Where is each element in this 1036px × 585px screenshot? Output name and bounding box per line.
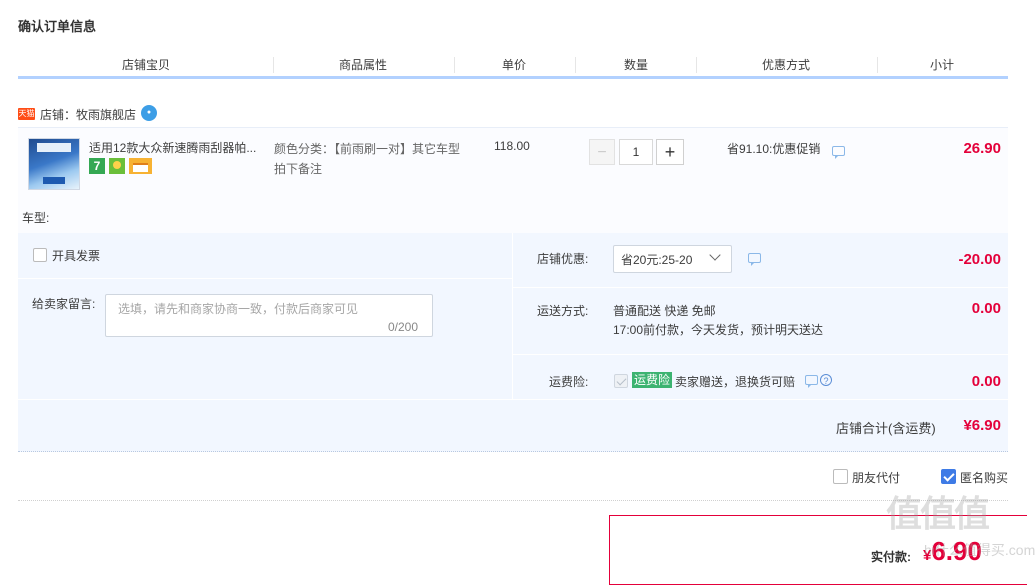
row-divider (513, 354, 1008, 355)
tmall-badge: 天猫 (18, 108, 35, 120)
credit-card-icon (129, 158, 152, 174)
insurance-badge: 运费险 (632, 372, 673, 388)
shop-total-label: 店铺合计(含运费) (836, 421, 936, 436)
car-type-label: 车型: (22, 211, 50, 225)
watermark-logo: 值值值 (886, 493, 990, 534)
shop-discount-value: -20.00 (958, 251, 1001, 268)
col-quantity: 数量 (623, 58, 648, 72)
col-attributes: 商品属性 (338, 58, 387, 72)
shipping-label: 运送方式: (537, 304, 589, 318)
insurance-checkbox (614, 374, 628, 388)
quantity-increase-button[interactable]: + (656, 139, 684, 165)
shipping-method: 普通配送 快递 免邮 (613, 304, 716, 318)
row-divider (18, 278, 512, 279)
chat-icon[interactable]: ● (141, 105, 157, 121)
anonymous-label: 匿名购买 (960, 471, 1009, 485)
shop-total-value: ¥6.90 (963, 417, 1001, 434)
watermark-url: hi什么值得买.com (924, 542, 1036, 558)
insurance-chat-icon[interactable] (805, 375, 818, 388)
item-subtotal: 26.90 (963, 140, 1001, 157)
payment-label: 实付款: (871, 550, 911, 564)
shipping-value: 0.00 (971, 300, 1001, 317)
col-shop-items: 店铺宝贝 (121, 58, 170, 72)
promo-chat-icon[interactable] (832, 146, 845, 159)
message-char-count: 0/200 (388, 320, 419, 334)
discount-chat-icon[interactable] (748, 253, 761, 266)
insurance-text: 卖家赠送，退换货可赔 (675, 375, 796, 389)
column-header: 店铺宝贝 商品属性 单价 数量 优惠方式 小计 (18, 54, 1008, 79)
col-subtotal: 小计 (929, 58, 954, 72)
quantity-decrease-button[interactable]: − (589, 139, 615, 165)
friend-pay-checkbox[interactable] (833, 469, 848, 484)
col-price: 单价 (501, 58, 526, 72)
guarantee-icon (109, 158, 125, 174)
quantity-input[interactable]: 1 (619, 139, 653, 165)
col-discount: 优惠方式 (761, 58, 810, 72)
shop-discount-selected: 省20元:25-20 (621, 253, 693, 267)
insurance-value: 0.00 (971, 373, 1001, 390)
help-icon[interactable]: ? (820, 374, 832, 386)
page-title: 确认订单信息 (18, 19, 97, 34)
product-thumbnail[interactable] (28, 138, 80, 190)
anonymous-checkbox[interactable] (941, 469, 956, 484)
shop-discount-label: 店铺优惠: (537, 252, 589, 266)
product-attributes: 颜色分类：【前雨刷一对】其它车型拍下备注 (274, 142, 461, 176)
insurance-label: 运费险: (549, 375, 589, 389)
invoice-checkbox[interactable] (33, 248, 47, 262)
promo-text: 省91.10:优惠促销 (727, 142, 821, 156)
unit-price: 118.00 (494, 139, 530, 153)
panel-divider (512, 233, 513, 399)
shop-name[interactable]: 店铺：牧雨旗舰店 (40, 106, 136, 123)
friend-pay-label: 朋友代付 (852, 471, 901, 485)
invoice-label: 开具发票 (52, 249, 101, 263)
shipping-eta: 17:00前付款，今天发货，预计明天送达 (613, 323, 824, 337)
row-divider (513, 287, 1008, 288)
divider (18, 500, 1008, 501)
message-placeholder: 选填，请先和商家协商一致，付款后商家可见 (118, 302, 359, 316)
row-divider (18, 399, 1008, 400)
message-label: 给卖家留言: (32, 297, 96, 311)
product-title-link[interactable]: 适用12款大众新速腾雨刮器帕... (89, 139, 261, 156)
seven-day-return-icon: 7 (89, 158, 105, 174)
